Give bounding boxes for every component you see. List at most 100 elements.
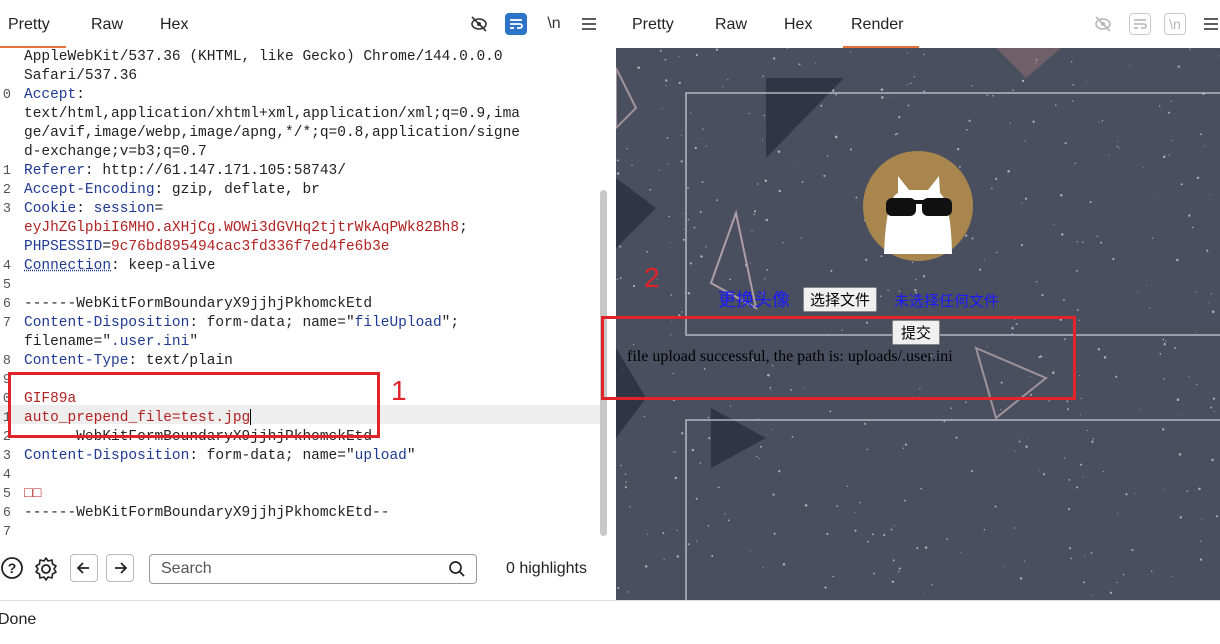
token: : gzip, deflate, br [154, 182, 320, 198]
code-line: 1 Referer: http://61.147.171.105:58743/ [0, 162, 600, 181]
settings-gear-icon[interactable] [33, 556, 59, 582]
code-line: 4 Connection: keep-alive [0, 257, 600, 276]
svg-text:?: ? [8, 560, 17, 576]
annotation-label-1: 1 [391, 375, 407, 406]
line-text: Referer: http://61.147.171.105:58743/ [24, 162, 346, 181]
token: fileUpload [354, 315, 442, 331]
show-newlines-icon[interactable]: \n [543, 13, 565, 35]
annotation-box-2 [601, 316, 1076, 400]
token: Connection [24, 258, 112, 274]
tab-request-hex[interactable]: Hex [160, 0, 188, 48]
search-placeholder: Search [161, 560, 212, 577]
line-number: 1 [2, 164, 11, 179]
change-avatar-link[interactable]: 更换头像 [718, 286, 790, 312]
line-text: eyJhZGlpbiI6MHO.aXHjCg.WOWi3dGVHq2tjtrWk… [24, 219, 468, 238]
line-text: ------WebKitFormBoundaryX9jjhjPkhomckEtd… [24, 504, 389, 523]
token: .user.ini [111, 334, 190, 350]
hide-nonprintable-icon[interactable] [468, 13, 490, 35]
token: Content-Disposition [24, 448, 190, 464]
line-number: 5 [2, 487, 11, 502]
token: Safari/537.36 [24, 68, 138, 84]
tab-response-hex[interactable]: Hex [784, 0, 812, 48]
next-arrow-button[interactable] [106, 554, 134, 582]
line-number: 7 [2, 316, 11, 331]
token: AppleWebKit/537.36 (KHTML, like Gecko) C… [24, 49, 503, 65]
token: "; [441, 315, 460, 331]
request-editor[interactable]: AppleWebKit/537.36 (KHTML, like Gecko) C… [0, 48, 600, 538]
token: 9c76bd895494cac3fd336f7ed4fe6b3e [111, 239, 390, 255]
token: : form-data; name=" [189, 448, 355, 464]
choose-file-button[interactable]: 选择文件 [803, 287, 878, 312]
tab-response-raw[interactable]: Raw [715, 0, 747, 48]
line-text: ------WebKitFormBoundaryX9jjhjPkhomckEtd [24, 295, 372, 314]
line-number: 7 [2, 525, 11, 538]
status-text: Done [0, 611, 37, 628]
code-line: 4 [0, 466, 600, 485]
token: ------WebKitFormBoundaryX9jjhjPkhomckEtd [24, 296, 373, 312]
line-text: d-exchange;v=b3;q=0.7 [24, 143, 207, 162]
token: d-exchange;v=b3;q=0.7 [24, 144, 207, 160]
highlights-count: 0 highlights [506, 560, 587, 577]
token: : form-data; name=" [189, 315, 355, 331]
response-menu-icon[interactable] [1200, 13, 1220, 35]
token: ; [459, 220, 468, 236]
tab-request-pretty[interactable]: Pretty [0, 0, 66, 48]
token: ------WebKitFormBoundaryX9jjhjPkhomckEtd… [24, 505, 390, 521]
code-line: 5 [0, 276, 600, 295]
annotation-box-1 [8, 372, 380, 438]
token: : [76, 87, 85, 103]
code-line: 5 □□ [0, 485, 600, 504]
line-number: 2 [2, 183, 11, 198]
line-text: PHPSESSID=9c76bd895494cac3fd336f7ed4fe6b… [24, 238, 389, 257]
wrap-lines-icon[interactable] [505, 13, 527, 35]
search-input[interactable]: Search [149, 554, 477, 584]
tab-response-pretty[interactable]: Pretty [632, 0, 674, 48]
code-line: 0 Accept: [0, 86, 600, 105]
token: : keep-alive [111, 258, 216, 274]
line-text: Content-Disposition: form-data; name="up… [24, 447, 416, 466]
code-line: eyJhZGlpbiI6MHO.aXHjCg.WOWi3dGVHq2tjtrWk… [0, 219, 600, 238]
response-tab-bar: Pretty Raw Hex Render \n [616, 0, 1220, 48]
token: □□ [24, 486, 42, 502]
token: text/html,application/xhtml+xml,applicat… [24, 106, 520, 122]
token: Cookie [24, 201, 77, 217]
line-text: Accept: [24, 86, 85, 105]
token: Referer [24, 163, 85, 179]
token: : http://61.147.171.105:58743/ [84, 163, 346, 179]
menu-icon[interactable] [578, 13, 600, 35]
line-text: Cookie: session= [24, 200, 163, 219]
token: PHPSESSID [24, 239, 103, 255]
line-number: 6 [2, 297, 11, 312]
no-file-chosen-text: 未选择任何文件 [894, 292, 1000, 310]
line-text: Accept-Encoding: gzip, deflate, br [24, 181, 320, 200]
code-line: 3 Content-Disposition: form-data; name="u… [0, 447, 600, 466]
line-text: Content-Type: text/plain [24, 352, 233, 371]
code-line: d-exchange;v=b3;q=0.7 [0, 143, 600, 162]
help-icon[interactable]: ? [0, 556, 24, 580]
code-line: filename=".user.ini" [0, 333, 600, 352]
line-number: 5 [2, 278, 11, 293]
line-text: □□ [24, 485, 41, 504]
token: " [406, 448, 416, 464]
line-number: 3 [2, 202, 11, 217]
tab-request-raw[interactable]: Raw [91, 0, 123, 48]
token: Content-Disposition [24, 315, 190, 331]
tab-response-render[interactable]: Render [842, 0, 921, 48]
line-text: ge/avif,image/webp,image/apng,*/*;q=0.8,… [24, 124, 520, 143]
code-line: Safari/537.36 [0, 67, 600, 86]
line-text: filename=".user.ini" [24, 333, 198, 352]
request-pane: Pretty Raw Hex \n AppleWebKit/537.36 (KH… [0, 0, 616, 600]
response-pane: Pretty Raw Hex Render \n 更换头像 选择文件 未选择任何… [601, 0, 1220, 600]
code-line: 7 [0, 523, 600, 538]
wrap-lines-icon-disabled [1129, 13, 1151, 35]
token: filename=" [24, 334, 112, 350]
previous-arrow-button[interactable] [70, 554, 98, 582]
token: " [189, 334, 199, 350]
line-text: text/html,application/xhtml+xml,applicat… [24, 105, 520, 124]
annotation-label-2: 2 [644, 262, 660, 293]
code-line: 2 Accept-Encoding: gzip, deflate, br [0, 181, 600, 200]
code-line: ge/avif,image/webp,image/apng,*/*;q=0.8,… [0, 124, 600, 143]
token: session [93, 201, 155, 217]
line-number: 8 [2, 354, 11, 369]
show-newlines-icon-disabled: \n [1164, 13, 1186, 35]
